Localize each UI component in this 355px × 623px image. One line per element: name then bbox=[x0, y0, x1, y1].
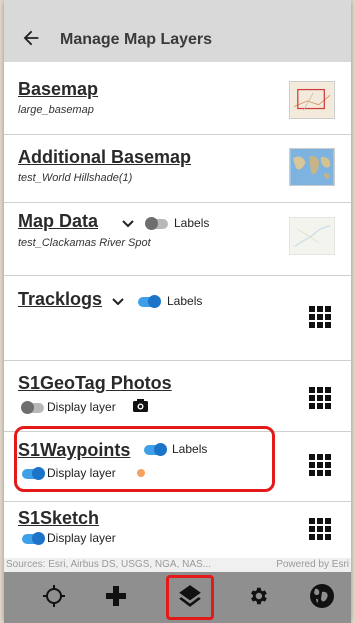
layer-row-s1sketch[interactable]: S1Sketch Display layer bbox=[4, 502, 351, 564]
layer-subtitle: test_Clackamas River Spot bbox=[18, 237, 151, 249]
world-hillshade-thumbnail[interactable] bbox=[289, 148, 335, 186]
globe-icon bbox=[310, 584, 334, 608]
page-title: Manage Map Layers bbox=[60, 31, 213, 48]
waypoints-highlight-box bbox=[14, 426, 275, 492]
bottom-toolbar bbox=[4, 572, 351, 623]
layer-row-tracklogs[interactable]: Tracklogs Labels bbox=[4, 276, 351, 361]
layer-row-basemap[interactable]: Basemap large_basemap bbox=[4, 68, 351, 135]
layers-button[interactable] bbox=[176, 582, 204, 610]
layers-icon bbox=[179, 585, 201, 607]
globe-button[interactable] bbox=[308, 582, 336, 610]
layer-name[interactable]: S1Sketch bbox=[18, 508, 99, 529]
add-button[interactable] bbox=[102, 582, 130, 610]
labels-toggle-label: Labels bbox=[167, 294, 203, 308]
locate-button[interactable] bbox=[40, 582, 68, 610]
layer-row-s1geotag-photos[interactable]: S1GeoTag Photos Display layer bbox=[4, 361, 351, 432]
labels-toggle[interactable] bbox=[145, 217, 168, 230]
gear-icon bbox=[251, 587, 267, 605]
layer-row-map-data[interactable]: Map Data Labels test_Clackamas River Spo… bbox=[4, 203, 351, 276]
display-layer-toggle[interactable] bbox=[21, 401, 44, 414]
layer-name[interactable]: S1GeoTag Photos bbox=[18, 373, 172, 394]
layer-subtitle: test_World Hillshade(1) bbox=[18, 172, 133, 184]
symbology-grid-icon[interactable] bbox=[309, 454, 331, 476]
settings-button[interactable] bbox=[244, 582, 272, 610]
layer-name[interactable]: Map Data bbox=[18, 211, 98, 232]
top-bar: Manage Map Layers bbox=[4, 0, 351, 62]
map-attribution: Sources: Esri, Airbus DS, USGS, NGA, NAS… bbox=[4, 558, 351, 572]
layer-name[interactable]: Basemap bbox=[18, 79, 98, 100]
layer-name[interactable]: Tracklogs bbox=[18, 289, 102, 310]
layer-row-additional-basemap[interactable]: Additional Basemap test_World Hillshade(… bbox=[4, 135, 351, 203]
app-frame: Manage Map Layers Basemap large_basemap … bbox=[4, 0, 351, 623]
crosshair-icon bbox=[43, 585, 65, 607]
attribution-powered-by[interactable]: Powered by Esri bbox=[276, 559, 349, 570]
labels-toggle[interactable] bbox=[138, 295, 161, 308]
symbology-grid-icon[interactable] bbox=[309, 306, 331, 328]
labels-toggle-label: Labels bbox=[174, 216, 210, 230]
basemap-thumbnail[interactable] bbox=[289, 81, 335, 119]
display-layer-toggle[interactable] bbox=[22, 532, 45, 545]
attribution-sources: Sources: Esri, Airbus DS, USGS, NGA, NAS… bbox=[6, 559, 212, 570]
map-data-thumbnail[interactable] bbox=[289, 217, 335, 255]
layer-subtitle: large_basemap bbox=[18, 104, 94, 116]
chevron-down-icon[interactable] bbox=[112, 297, 124, 307]
display-layer-label: Display layer bbox=[47, 400, 116, 414]
symbology-grid-icon[interactable] bbox=[309, 518, 331, 540]
plus-icon bbox=[106, 586, 126, 606]
arrow-left-icon[interactable] bbox=[20, 27, 42, 49]
chevron-down-icon[interactable] bbox=[122, 219, 134, 229]
layer-name[interactable]: Additional Basemap bbox=[18, 147, 191, 168]
display-layer-label: Display layer bbox=[47, 531, 116, 545]
camera-icon bbox=[133, 399, 148, 412]
symbology-grid-icon[interactable] bbox=[309, 387, 331, 409]
